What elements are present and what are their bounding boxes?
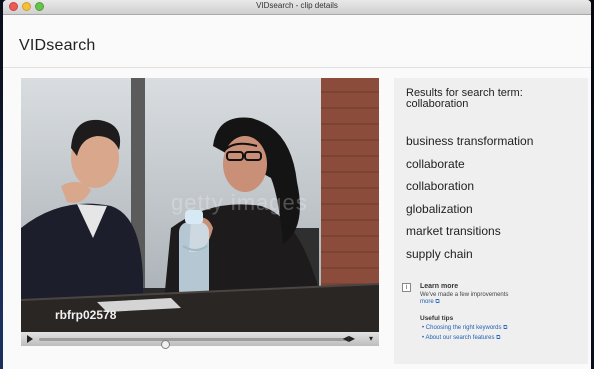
tip-link-text[interactable]: About our search features — [425, 335, 494, 341]
result-term[interactable]: business transformation — [406, 134, 533, 157]
app-header: VIDsearch — [3, 15, 591, 68]
result-term[interactable]: collaboration — [406, 179, 533, 202]
app-logo[interactable]: VIDsearch — [19, 37, 96, 55]
title-bar: VIDsearch - clip details — [3, 0, 591, 15]
learn-more-link-text[interactable]: more — [420, 299, 434, 305]
result-term[interactable]: supply chain — [406, 247, 533, 270]
volume-icon[interactable]: ◀▶ — [343, 334, 355, 344]
tip-link-text[interactable]: Choosing the right keywords — [426, 325, 502, 331]
seek-thumb[interactable] — [160, 340, 170, 349]
app-window: VIDsearch - clip details VIDsearch getty… — [3, 0, 591, 369]
desktop-background: VIDsearch - clip details VIDsearch getty… — [0, 0, 594, 369]
window-title: VIDsearch - clip details — [256, 1, 338, 10]
result-term[interactable]: globalization — [406, 202, 533, 225]
video-controls: ◀▶ ▾ — [21, 332, 379, 349]
result-term[interactable]: collaborate — [406, 157, 533, 180]
clip-id: rbfrp02578 — [55, 308, 117, 322]
results-list: business transformation collaborate coll… — [406, 134, 533, 269]
results-panel: Results for search term: collaboration b… — [394, 78, 588, 364]
info-icon: i — [402, 283, 411, 292]
getty-watermark: getty images — [171, 190, 308, 215]
tip-link[interactable]: • About our search features ⧉ — [422, 335, 500, 342]
tip-link[interactable]: • Choosing the right keywords ⧉ — [422, 325, 507, 332]
result-term[interactable]: market transitions — [406, 224, 533, 247]
learn-more-link[interactable]: more ⧉ — [420, 299, 440, 306]
video-player[interactable]: getty images rbfrp02578 ◀▶ ▾ — [21, 78, 379, 349]
seek-bar[interactable] — [39, 338, 347, 349]
results-heading: Results for search term: collaboration — [406, 87, 523, 110]
external-link-icon: ⧉ — [435, 299, 440, 305]
external-link-icon: ⧉ — [503, 325, 508, 331]
useful-tips-title: Useful tips — [420, 315, 454, 322]
learn-more-text: We've made a few improvements — [420, 292, 509, 298]
learn-more-title: Learn more — [420, 283, 459, 290]
menu-icon[interactable]: ▾ — [369, 334, 373, 344]
video-frame[interactable]: getty images rbfrp02578 — [21, 78, 379, 332]
external-link-icon: ⧉ — [496, 335, 501, 341]
play-icon[interactable] — [27, 335, 33, 343]
